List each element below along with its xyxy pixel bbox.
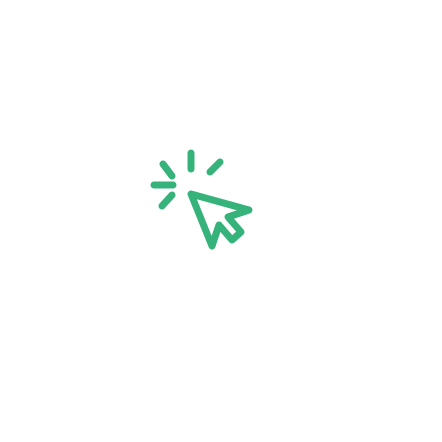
click-cursor-icon bbox=[0, 0, 442, 442]
click-cursor-svg bbox=[150, 149, 253, 250]
cursor-arrow-outline bbox=[187, 190, 253, 250]
burst-ray-upper-right bbox=[206, 158, 224, 176]
icon-canvas bbox=[0, 0, 442, 442]
burst-ray-upper-left bbox=[159, 160, 176, 180]
burst-ray-lower-left bbox=[158, 191, 176, 210]
